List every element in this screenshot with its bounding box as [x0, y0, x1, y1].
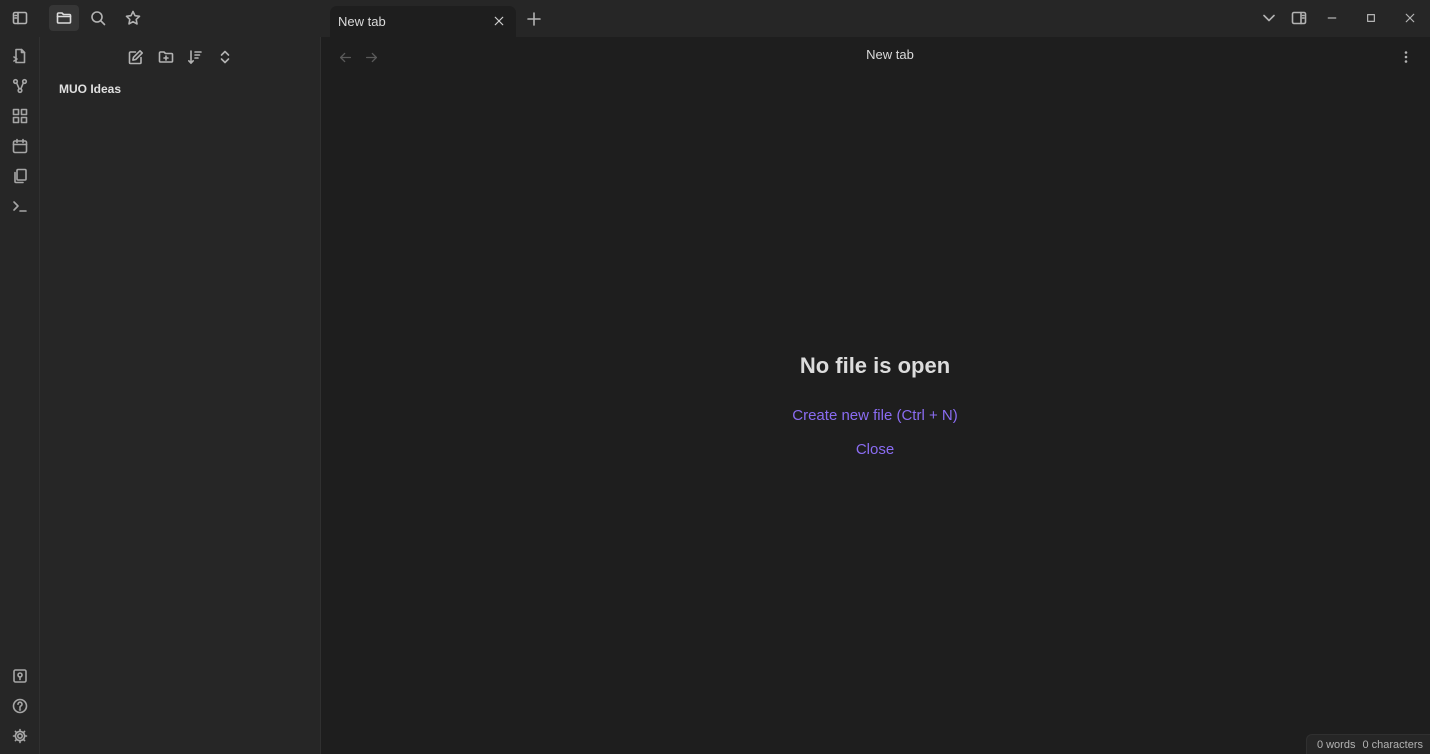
- character-count: 0 characters: [1362, 738, 1423, 751]
- new-note-icon: [128, 50, 143, 65]
- view-header-title: New tab: [866, 47, 914, 62]
- graph-view-button[interactable]: [7, 73, 33, 99]
- right-sidebar-icon: [1291, 11, 1307, 25]
- vault-switcher-icon: [13, 669, 27, 683]
- files-tab-button[interactable]: [49, 5, 79, 31]
- insert-template-button[interactable]: [7, 163, 33, 189]
- plus-icon: [527, 12, 541, 26]
- window-close-icon: [1405, 13, 1415, 23]
- folder-icon: [56, 12, 72, 24]
- sidebar-toggle-icon: [12, 11, 28, 25]
- status-bar: 0 words 0 characters: [1305, 734, 1430, 754]
- close-icon: [494, 16, 504, 26]
- window-close-button[interactable]: [1397, 6, 1423, 30]
- tab-title: New tab: [338, 14, 386, 29]
- maximize-icon: [1367, 14, 1375, 22]
- more-vertical-icon: [1404, 51, 1408, 63]
- help-icon: [12, 698, 28, 714]
- star-icon: [125, 10, 141, 25]
- left-sidebar-toggle-button[interactable]: [5, 5, 35, 31]
- graph-view-icon: [12, 78, 28, 94]
- new-note-button[interactable]: [123, 45, 149, 69]
- tab-new-tab[interactable]: New tab: [330, 6, 516, 37]
- search-tab-button[interactable]: [83, 5, 113, 31]
- canvas-button[interactable]: [7, 103, 33, 129]
- ribbon: [0, 37, 40, 754]
- bookmarks-tab-button[interactable]: [118, 5, 148, 31]
- maximize-button[interactable]: [1358, 6, 1384, 30]
- collapse-expand-icon: [220, 50, 230, 64]
- new-folder-icon: [158, 51, 174, 63]
- settings-button[interactable]: [7, 723, 33, 749]
- command-palette-icon: [13, 201, 27, 212]
- daily-note-button[interactable]: [7, 133, 33, 159]
- calendar-icon: [12, 138, 28, 154]
- more-options-button[interactable]: [1394, 45, 1418, 69]
- title-bar: New tab: [0, 0, 1430, 37]
- file-explorer: MUO Ideas: [40, 37, 321, 754]
- command-palette-button[interactable]: [7, 193, 33, 219]
- help-button[interactable]: [7, 693, 33, 719]
- open-quick-switcher-icon: [13, 48, 26, 64]
- search-icon: [91, 11, 106, 26]
- canvas-icon: [12, 108, 28, 124]
- new-tab-button[interactable]: [522, 7, 546, 31]
- main-view: New tab No file is open Create new file …: [321, 37, 1430, 754]
- templates-icon: [14, 168, 27, 184]
- word-count: 0 words: [1316, 738, 1356, 751]
- create-new-file-link[interactable]: Create new file (Ctrl + N): [321, 407, 1429, 424]
- chevron-down-icon: [1263, 14, 1275, 22]
- minimize-icon: [1327, 17, 1337, 19]
- right-sidebar-toggle-button[interactable]: [1286, 6, 1312, 30]
- new-folder-button[interactable]: [153, 45, 179, 69]
- vault-root-folder[interactable]: MUO Ideas: [59, 82, 121, 96]
- change-sort-order-button[interactable]: [182, 45, 208, 69]
- sort-icon: [187, 50, 202, 64]
- vault-switcher-button[interactable]: [7, 663, 33, 689]
- empty-state-title: No file is open: [799, 353, 951, 378]
- open-quick-switcher-button[interactable]: [7, 43, 33, 69]
- collapse-expand-all-button[interactable]: [212, 45, 238, 69]
- close-link[interactable]: Close: [321, 441, 1429, 458]
- minimize-button[interactable]: [1319, 6, 1345, 30]
- settings-icon: [12, 728, 28, 744]
- tab-list-button[interactable]: [1256, 6, 1282, 30]
- tab-close-button[interactable]: [490, 12, 508, 30]
